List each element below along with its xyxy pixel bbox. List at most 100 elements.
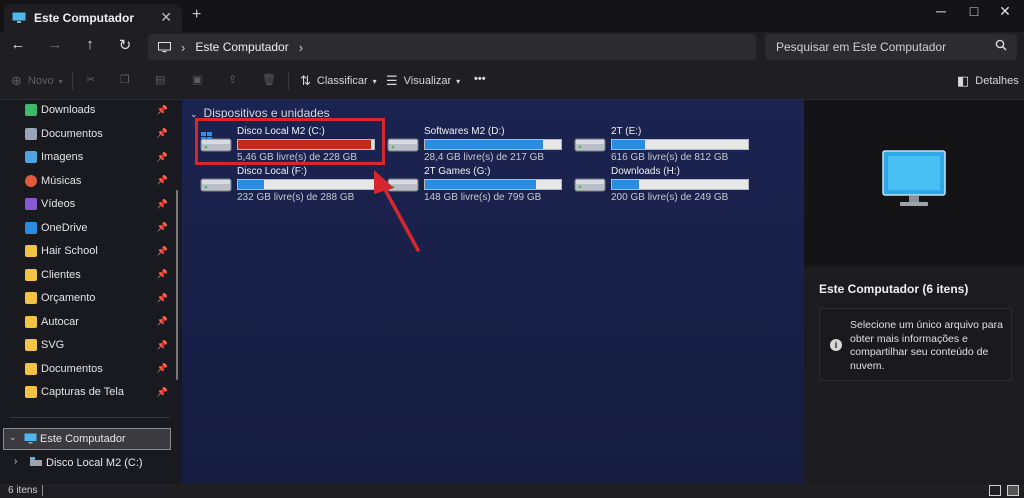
search-input[interactable]: Pesquisar em Este Computador [765,34,1017,60]
sidebar-scrollbar[interactable] [176,190,178,380]
chevron-right-icon[interactable]: › [14,456,17,467]
drive-usage-fill [425,140,544,149]
sidebar-item[interactable]: Músicas 📌 [0,170,178,192]
folder-icon [25,315,37,328]
drive-tile[interactable]: 2T (E:) 616 GB livre(s) de 812 GB [574,126,760,163]
command-bar: ⊕ Novo ▾ ✂ ❐ ▤ ▣ ⇪ 🗑 ⇅ Classificar ▾ ☰ Visual… [0,62,1024,100]
monitor-icon [158,41,171,52]
up-arrow-icon[interactable]: ↑ [78,36,102,58]
pin-icon[interactable]: 📌 [157,293,168,304]
details-message-box: i Selecione um único arquivo para obter … [819,308,1012,381]
back-arrow-icon[interactable]: ← [6,36,30,58]
drive-usage-bar [611,139,749,150]
hard-drive-icon [387,138,419,152]
forward-arrow-icon[interactable]: → [43,36,67,58]
sidebar-item[interactable]: Hair School 📌 [0,240,178,262]
pin-icon[interactable]: 📌 [157,199,168,210]
drive-tile[interactable]: Downloads (H:) 200 GB livre(s) de 249 GB [574,166,760,203]
folder-icon [25,339,37,351]
music-icon [25,174,37,187]
details-pane-icon: ◧ [957,73,970,88]
computer-icon [24,433,37,444]
pin-icon[interactable]: 📌 [157,387,168,398]
maximize-button[interactable]: □ [959,3,989,23]
pin-icon[interactable]: 📌 [157,175,168,186]
sidebar-item[interactable]: Vídeos 📌 [0,193,178,215]
cut-icon[interactable]: ✂ [86,73,95,86]
copy-icon[interactable]: ❐ [120,73,130,86]
view-button[interactable]: ☰ Visualizar ▾ [386,73,460,89]
pin-icon[interactable]: 📌 [157,363,168,374]
rename-icon[interactable]: ▣ [192,73,202,86]
red-arrow-annotation [374,170,420,252]
address-bar[interactable]: › Este Computador › [148,34,756,60]
close-window-button[interactable]: ✕ [990,3,1020,23]
drive-free-space: 616 GB livre(s) de 812 GB [611,152,729,163]
delete-icon[interactable]: 🗑 [262,73,276,86]
new-button[interactable]: ⊕ Novo ▾ [11,73,63,89]
breadcrumb[interactable]: Este Computador [195,40,288,54]
sidebar-item-label: Orçamento [41,292,96,304]
sort-icon: ⇅ [300,73,311,88]
drive-free-space: 232 GB livre(s) de 288 GB [237,192,355,203]
pin-icon[interactable]: 📌 [157,246,168,257]
computer-icon [882,150,946,206]
tiles-view-icon[interactable] [1007,485,1019,496]
pin-icon[interactable]: 📌 [157,340,168,351]
pin-icon[interactable]: 📌 [157,105,168,116]
drive-usage-fill [425,180,536,189]
sidebar-item[interactable]: Capturas de Tela 📌 [0,381,178,403]
sidebar-item-label: Documentos [41,127,103,140]
sidebar-item[interactable]: Downloads 📌 [0,99,178,121]
drive-usage-fill [612,140,645,149]
refresh-icon[interactable]: ↻ [113,36,137,58]
sidebar-item[interactable]: OneDrive 📌 [0,217,178,239]
computer-icon [12,12,26,23]
search-icon [995,39,1007,51]
sidebar-item[interactable]: SVG 📌 [0,334,178,356]
chevron-right-icon[interactable]: › [299,40,303,55]
drive-tile[interactable]: Softwares M2 (D:) 28,4 GB livre(s) de 217… [387,126,573,163]
sidebar-item[interactable]: Orçamento 📌 [0,287,178,309]
pin-icon[interactable]: 📌 [157,222,168,233]
drive-free-space: 28,4 GB livre(s) de 217 GB [424,152,545,163]
sidebar-item-label: Downloads [41,104,96,116]
sidebar-item-drive-c[interactable]: › Disco Local M2 (C:) [0,452,178,474]
drive-free-space: 148 GB livre(s) de 799 GB [424,192,542,203]
drive-usage-bar [424,139,562,150]
drive-tile[interactable]: Disco Local (F:) 232 GB livre(s) de 288 G… [200,166,386,203]
chevron-down-icon[interactable]: ⌄ [9,432,17,443]
sidebar-item-label: Músicas [41,174,82,187]
details-button[interactable]: ◧ Detalhes [957,73,1019,89]
sidebar-item[interactable]: Clientes 📌 [0,264,178,286]
pin-icon[interactable]: 📌 [157,269,168,280]
sidebar-item-label: Capturas de Tela [41,386,124,398]
close-tab-icon[interactable]: ✕ [160,9,172,26]
drive-name: 2T (E:) [611,126,642,137]
pin-icon[interactable]: 📌 [157,152,168,163]
minimize-button[interactable]: ─ [926,3,956,23]
sidebar-divider [10,417,170,418]
drive-name: Disco Local (F:) [237,166,308,177]
pin-icon[interactable]: 📌 [157,316,168,327]
pin-icon[interactable]: 📌 [157,128,168,139]
share-icon[interactable]: ⇪ [228,73,237,86]
sidebar-item-this-pc[interactable]: ⌄ Este Computador [3,428,171,450]
sidebar-item[interactable]: Autocar 📌 [0,311,178,333]
chevron-down-icon: ▾ [58,76,63,86]
sort-button[interactable]: ⇅ Classificar ▾ [300,73,377,89]
sidebar-item[interactable]: Documentos 📌 [0,123,178,145]
new-tab-icon[interactable]: + [192,6,201,24]
paste-icon[interactable]: ▤ [155,73,165,86]
status-divider [42,485,43,496]
more-options-button[interactable]: ••• [474,73,486,85]
folder-icon [25,268,37,281]
tab-title: Este Computador [34,11,135,25]
folder-icon [25,386,37,398]
sidebar-item[interactable]: Imagens 📌 [0,146,178,168]
window-tab[interactable]: Este Computador ✕ [4,4,182,32]
details-view-icon[interactable] [989,485,1001,496]
details-title: Este Computador (6 itens) [819,282,969,296]
sidebar-item[interactable]: Documentos 📌 [0,358,178,380]
document-icon [25,127,37,140]
